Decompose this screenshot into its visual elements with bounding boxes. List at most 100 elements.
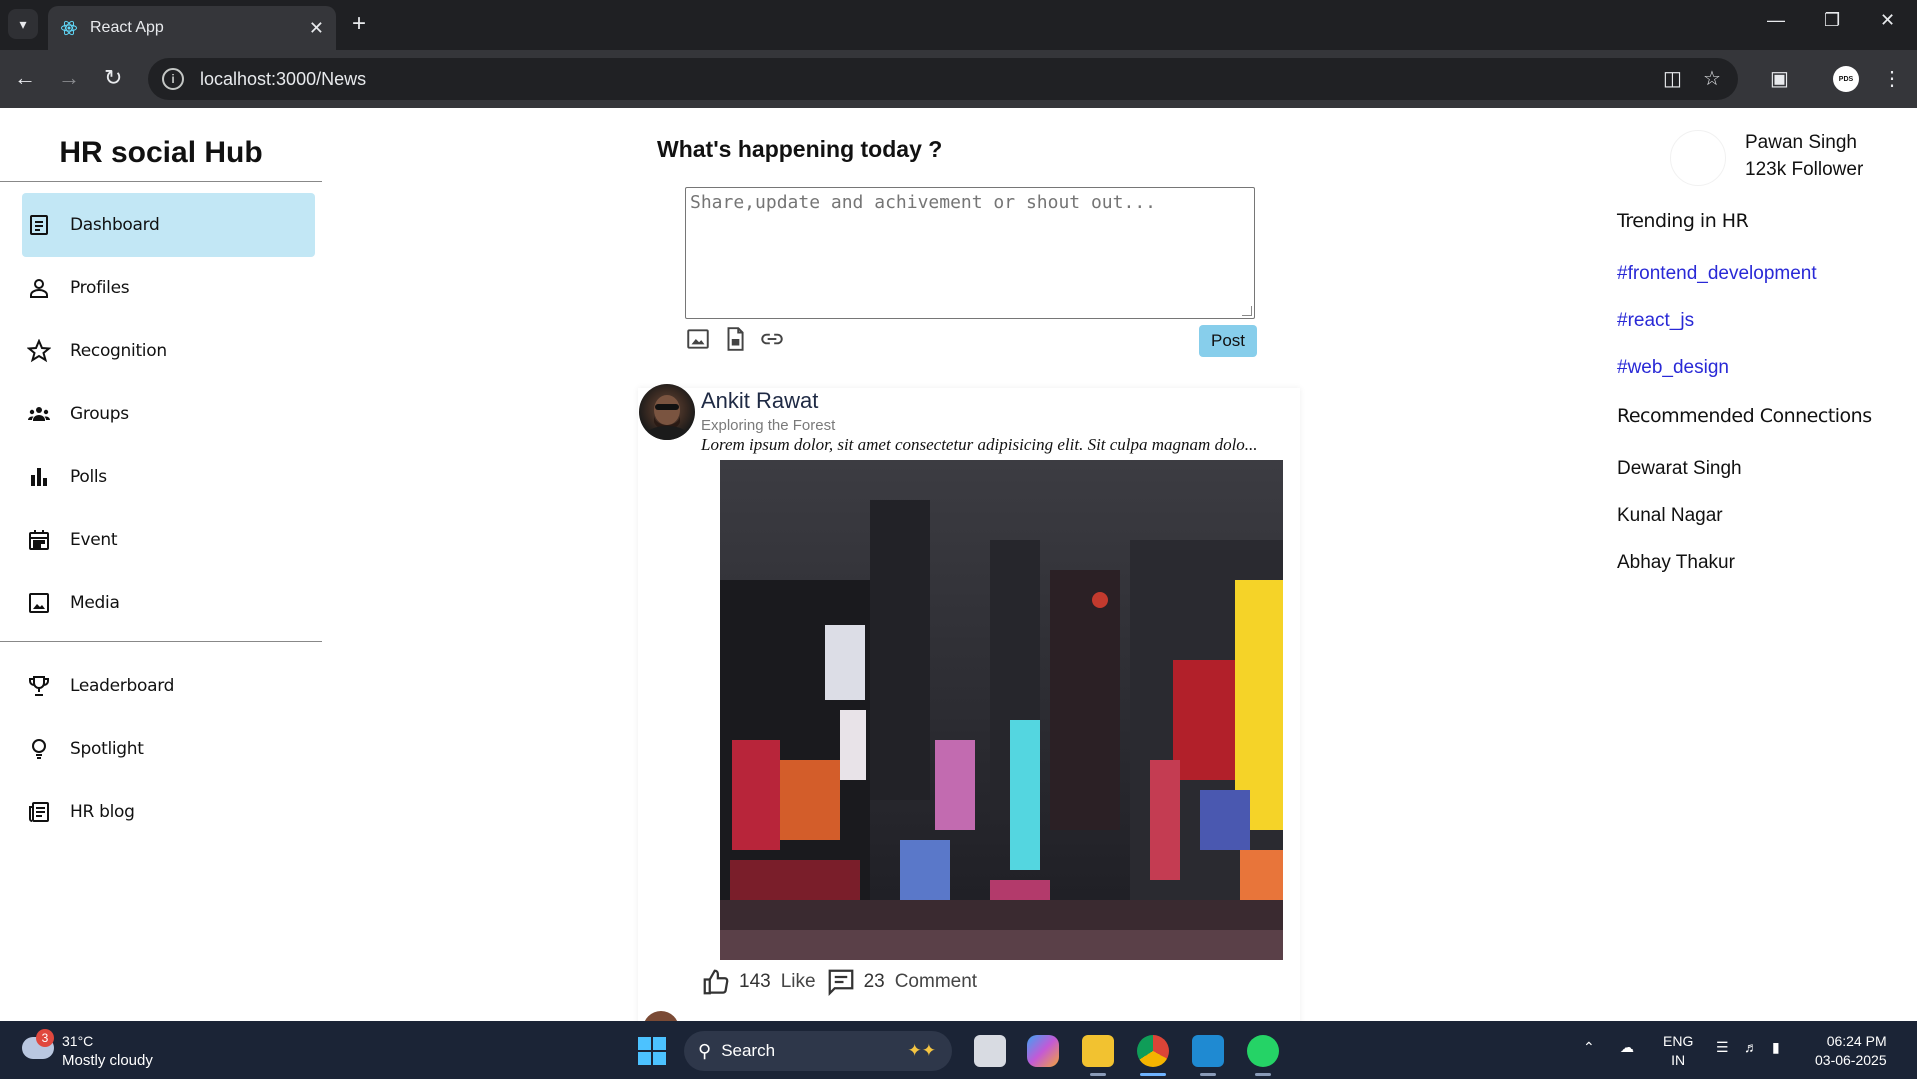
recommended-connection[interactable]: Abhay Thakur bbox=[1617, 552, 1735, 574]
comment-icon[interactable] bbox=[826, 967, 856, 997]
post-author-name[interactable]: Ankit Rawat bbox=[701, 388, 818, 414]
windows-start-icon[interactable] bbox=[638, 1037, 666, 1065]
post-textarea[interactable]: Share,update and achivement or shout out… bbox=[685, 187, 1255, 319]
weather-description[interactable]: Mostly cloudy bbox=[62, 1052, 153, 1069]
sidebar-item-dashboard[interactable]: Dashboard bbox=[22, 193, 315, 257]
sidebar-item-profiles[interactable]: Profiles bbox=[22, 256, 315, 320]
extensions-icon[interactable]: ▣ bbox=[1770, 66, 1789, 92]
forward-button[interactable]: → bbox=[58, 64, 80, 92]
clock-time: 06:24 PM bbox=[1826, 1033, 1887, 1049]
app-page: HR social Hub Dashboard Profiles Recogni… bbox=[0, 108, 1917, 1021]
post-textarea-placeholder: Share,update and achivement or shout out… bbox=[690, 192, 1156, 213]
windows-taskbar: 3 31°C Mostly cloudy ⚲ Search ✦✦ ⌃ ☁ ENG… bbox=[0, 1021, 1917, 1079]
resize-handle[interactable] bbox=[1242, 306, 1252, 316]
browser-menu-icon[interactable]: ⋮ bbox=[1882, 66, 1902, 92]
sidebar-item-recognition[interactable]: Recognition bbox=[22, 319, 315, 383]
minimize-button[interactable]: — bbox=[1767, 10, 1785, 31]
search-icon: ⚲ bbox=[698, 1040, 712, 1061]
trophy-icon bbox=[26, 673, 52, 699]
site-info-icon[interactable]: i bbox=[162, 68, 184, 90]
input-language-line1: ENG bbox=[1663, 1033, 1694, 1049]
trending-tag[interactable]: #frontend_development bbox=[1617, 263, 1817, 285]
sidebar-item-label: Recognition bbox=[70, 341, 167, 361]
user-followers: 123k Follower bbox=[1745, 159, 1864, 180]
user-name[interactable]: Pawan Singh bbox=[1745, 132, 1857, 154]
battery-icon[interactable]: ▮ bbox=[1772, 1039, 1780, 1056]
sidebar-item-groups[interactable]: Groups bbox=[22, 382, 315, 446]
comment-button[interactable]: Comment bbox=[895, 971, 977, 993]
whatsapp-icon[interactable] bbox=[1247, 1035, 1279, 1067]
post-image[interactable] bbox=[720, 460, 1283, 960]
attach-image-icon[interactable] bbox=[685, 326, 711, 352]
volume-icon[interactable]: ♬ bbox=[1744, 1039, 1758, 1055]
post-subtitle: Exploring the Forest bbox=[701, 417, 836, 434]
close-tab-icon[interactable]: ✕ bbox=[309, 18, 324, 39]
tab-search-button[interactable]: ▾ bbox=[8, 9, 38, 39]
attach-link-icon[interactable] bbox=[759, 326, 785, 352]
post-button[interactable]: Post bbox=[1199, 325, 1257, 357]
file-explorer-icon[interactable] bbox=[1082, 1035, 1114, 1067]
calendar-icon bbox=[26, 527, 52, 553]
browser-tab-strip: ▾ React App ✕ + — ❐ ✕ bbox=[0, 0, 1917, 50]
groups-icon bbox=[26, 401, 52, 427]
thumbs-up-icon[interactable] bbox=[701, 967, 731, 997]
onedrive-icon[interactable]: ☁ bbox=[1620, 1039, 1634, 1056]
react-logo-icon bbox=[61, 20, 77, 36]
sidebar-item-label: Profiles bbox=[70, 278, 130, 298]
vscode-icon[interactable] bbox=[1192, 1035, 1224, 1067]
restore-button[interactable]: ❐ bbox=[1824, 10, 1840, 31]
author-avatar[interactable] bbox=[639, 384, 695, 440]
input-language-line2: IN bbox=[1671, 1052, 1686, 1068]
sidebar-item-leaderboard[interactable]: Leaderboard bbox=[22, 654, 315, 718]
post-excerpt: Lorem ipsum dolor, sit amet consectetur … bbox=[701, 435, 1258, 454]
recommended-heading: Recommended Connections bbox=[1617, 405, 1872, 427]
browser-profile-avatar[interactable]: PDS bbox=[1833, 66, 1859, 92]
app-running-indicator bbox=[1255, 1073, 1271, 1076]
close-window-button[interactable]: ✕ bbox=[1880, 10, 1895, 31]
new-tab-button[interactable]: + bbox=[352, 10, 366, 38]
sidebar-item-label: Groups bbox=[70, 404, 129, 424]
user-avatar[interactable] bbox=[1670, 130, 1726, 186]
trending-heading: Trending in HR bbox=[1617, 210, 1749, 232]
trending-tag[interactable]: #react_js bbox=[1617, 310, 1694, 332]
app-running-indicator bbox=[1200, 1073, 1216, 1076]
like-button[interactable]: Like bbox=[781, 971, 816, 993]
newspaper-icon bbox=[26, 799, 52, 825]
bookmark-star-icon[interactable]: ☆ bbox=[1703, 66, 1721, 92]
recommended-connection[interactable]: Kunal Nagar bbox=[1617, 505, 1723, 527]
system-clock[interactable]: 06:24 PM 03-06-2025 bbox=[1815, 1032, 1887, 1070]
url-text: localhost:3000/News bbox=[200, 68, 367, 89]
attach-document-icon[interactable] bbox=[722, 326, 748, 352]
composer-title: What's happening today ? bbox=[657, 136, 943, 162]
sidebar-item-hr-blog[interactable]: HR blog bbox=[22, 780, 315, 844]
wifi-icon[interactable]: ☰ bbox=[1716, 1039, 1729, 1056]
trending-tag[interactable]: #web_design bbox=[1617, 357, 1729, 379]
input-language[interactable]: ENG IN bbox=[1663, 1032, 1693, 1070]
sidebar-item-label: Media bbox=[70, 593, 120, 613]
sidebar-item-polls[interactable]: Polls bbox=[22, 445, 315, 509]
sidebar-item-label: Polls bbox=[70, 467, 107, 487]
weather-temperature[interactable]: 31°C bbox=[62, 1033, 93, 1049]
comment-count: 23 bbox=[863, 971, 885, 992]
show-hidden-icons-chevron-icon[interactable]: ⌃ bbox=[1583, 1039, 1595, 1056]
browser-tab[interactable]: React App ✕ bbox=[48, 6, 336, 50]
sidebar-item-label: HR blog bbox=[70, 802, 135, 822]
sidebar-item-label: Leaderboard bbox=[70, 676, 175, 696]
star-icon bbox=[26, 338, 52, 364]
sidebar-item-media[interactable]: Media bbox=[22, 571, 315, 635]
install-app-icon[interactable]: ◫ bbox=[1663, 66, 1682, 92]
copilot-icon[interactable] bbox=[1027, 1035, 1059, 1067]
recommended-connection[interactable]: Dewarat Singh bbox=[1617, 458, 1742, 480]
reload-button[interactable]: ↻ bbox=[104, 64, 122, 92]
address-bar[interactable]: i localhost:3000/News bbox=[148, 58, 1738, 100]
task-view-icon[interactable] bbox=[974, 1035, 1006, 1067]
back-button[interactable]: ← bbox=[14, 64, 36, 92]
sidebar-item-spotlight[interactable]: Spotlight bbox=[22, 717, 315, 781]
brand-title: HR social Hub bbox=[59, 136, 263, 169]
browser-toolbar: ← → ↻ i localhost:3000/News ◫ ☆ ▣ ⋮ bbox=[0, 50, 1917, 108]
app-running-indicator bbox=[1090, 1073, 1106, 1076]
taskbar-search[interactable]: ⚲ Search ✦✦ bbox=[684, 1031, 952, 1071]
sidebar-item-event[interactable]: Event bbox=[22, 508, 315, 572]
chrome-icon[interactable] bbox=[1137, 1035, 1169, 1067]
sidebar-item-label: Spotlight bbox=[70, 739, 144, 759]
